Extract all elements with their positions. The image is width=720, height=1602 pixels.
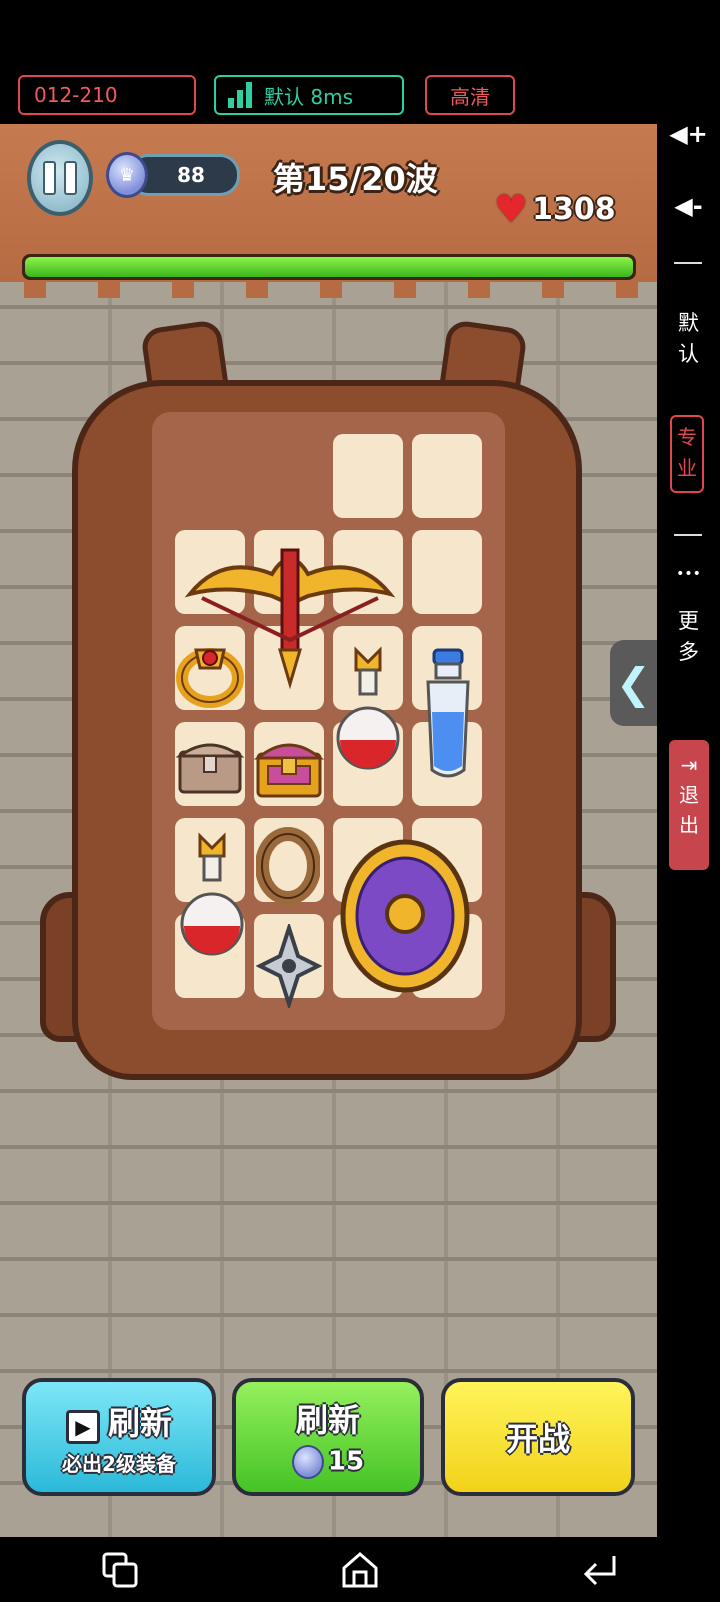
pause-icon [43,161,56,195]
crown-gem-icon [291,1445,324,1479]
ad-refresh-subtitle: 必出2级装备 [62,1451,176,1476]
mode-pro-button[interactable]: 专 业 [670,415,704,493]
network-latency[interactable]: 默认 8ms [214,75,404,115]
recent-apps-icon [102,1552,138,1587]
gem-count: 88 [177,163,205,187]
wave-indicator: 第15/20波 [273,160,438,198]
quality-button[interactable]: 高清 [425,75,515,115]
home-icon [342,1551,378,1587]
more-dots-icon[interactable]: ••• [657,566,720,582]
shuriken-item[interactable] [256,924,322,1008]
red-potion-item-2[interactable] [180,830,244,968]
signal-icon [228,82,252,108]
battlement [468,280,490,298]
game-screen: 88 ♛ 第15/20波 ♥ 1308 ❮ ▶ 刷新 必出2级装备 刷新 15 … [0,124,657,1537]
volume-down-icon: ◀- [674,192,703,220]
purple-shield-item[interactable] [338,836,472,996]
back-button[interactable] [570,1545,630,1595]
volume-up-button[interactable]: ◀+ [657,120,720,148]
golden-ring-item[interactable] [176,636,244,710]
ad-refresh-button[interactable]: ▶ 刷新 必出2级装备 [22,1378,216,1496]
session-code-text: 012-210 [34,83,118,107]
refresh-title: 刷新 [295,1401,360,1439]
divider [674,534,702,536]
hp-value: 1308 [532,191,616,227]
quality-text: 高清 [450,84,490,109]
session-code: 012-210 [18,75,196,115]
battlement [246,280,268,298]
battlement [616,280,638,298]
chevron-left-icon: ❮ [615,658,652,708]
wooden-chest-item[interactable] [176,734,244,798]
battlement [394,280,416,298]
volume-up-icon: ◀+ [669,120,708,148]
start-battle-label: 开战 [505,1420,570,1458]
video-ad-icon: ▶ [65,1409,100,1444]
base-hp: ♥ 1308 [494,190,616,228]
recent-apps-button[interactable] [90,1545,150,1595]
network-text: 默认 8ms [264,84,353,109]
stream-side-panel: ◀+ ◀- 默 认 专 业 ••• 更 多 ⇥ 退 出 [657,120,720,1537]
battlement [98,280,120,298]
heart-icon: ♥ [494,187,529,231]
battlement [24,280,46,298]
back-icon [583,1555,616,1585]
hp-bar [22,254,636,280]
blue-potion-item[interactable] [420,646,476,786]
more-button[interactable]: 更 多 [657,606,720,668]
mode-default-button[interactable]: 默 认 [657,308,720,370]
bronze-ring-item[interactable] [256,826,320,906]
hp-bar-fill [25,257,633,277]
exit-button[interactable]: ⇥ 退 出 [669,740,709,870]
red-potion-item[interactable] [336,644,400,784]
inventory-slot[interactable] [412,434,482,518]
crown-gem-icon: ♛ [106,152,148,198]
pause-button[interactable] [27,140,93,216]
battlement [172,280,194,298]
system-nav-bar [0,1537,720,1602]
expand-panel-tab[interactable]: ❮ [610,640,657,726]
battlement [542,280,564,298]
home-button[interactable] [330,1545,390,1595]
stream-status-bar: 012-210 默认 8ms 高清 [0,0,657,124]
golden-chest-item[interactable] [254,732,324,802]
battlement [320,280,342,298]
volume-down-button[interactable]: ◀- [657,192,720,220]
inventory-slot[interactable] [412,530,482,614]
exit-icon: ⇥ [680,753,698,777]
ad-refresh-title: 刷新 [107,1403,172,1442]
refresh-cost: 15 [327,1446,365,1477]
refresh-button[interactable]: 刷新 15 [232,1378,424,1496]
divider [674,262,702,264]
inventory-slot[interactable] [333,434,403,518]
start-battle-button[interactable]: 开战 [441,1378,635,1496]
